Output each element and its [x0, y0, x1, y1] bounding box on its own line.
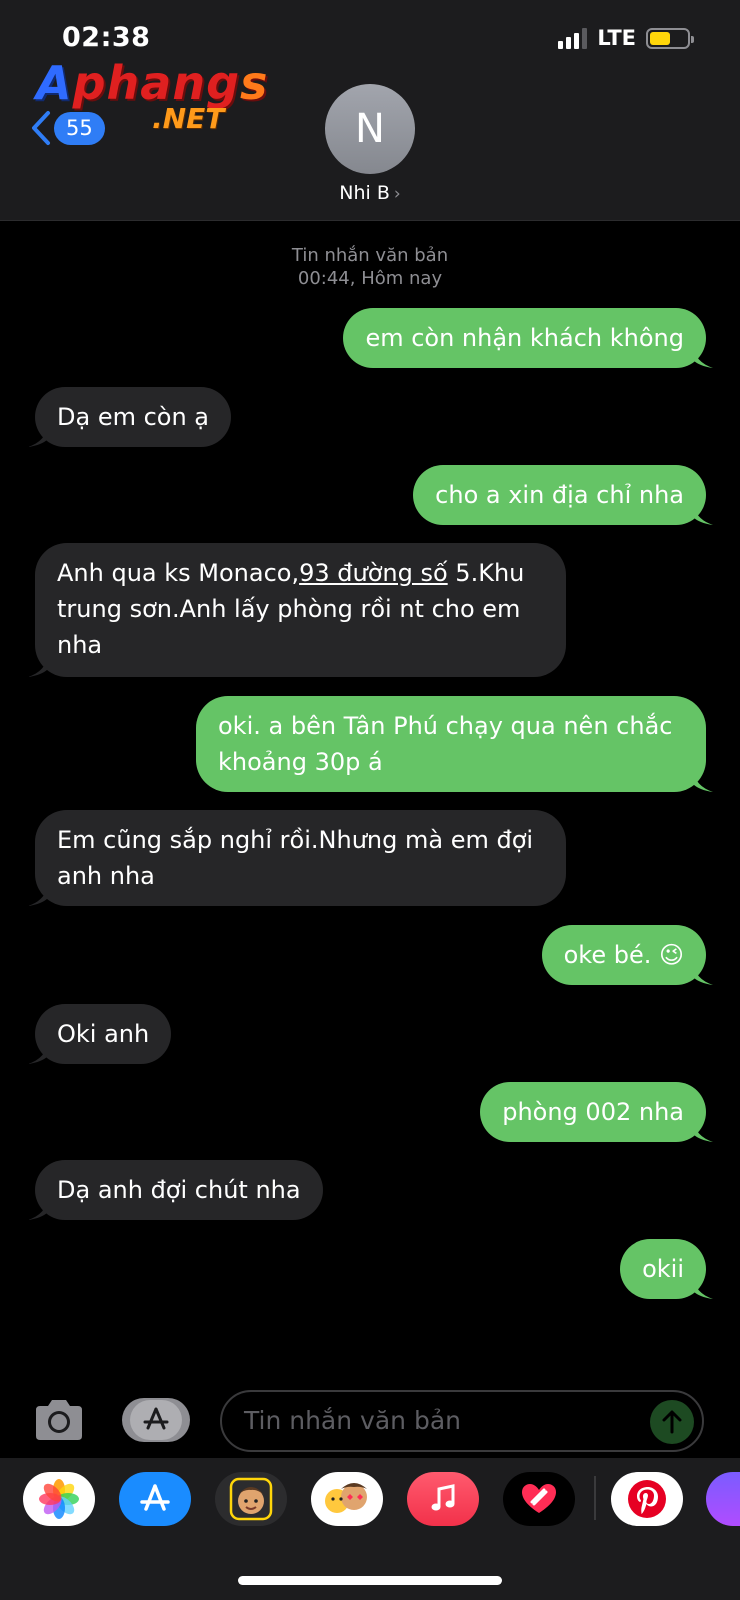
message-input[interactable]: Tin nhắn văn bản [220, 1390, 704, 1452]
pinterest-icon[interactable] [611, 1472, 683, 1526]
message-bubble-outgoing[interactable]: cho a xin địa chỉ nha [413, 465, 713, 525]
avatar[interactable]: N [325, 84, 415, 174]
bubble-tail [693, 1120, 713, 1142]
contact-info[interactable]: N Nhi B › [0, 84, 740, 204]
message-bubble-outgoing[interactable]: phòng 002 nha [480, 1082, 713, 1142]
message-bubble-incoming[interactable]: Anh qua ks Monaco,93 đường số 5.Khu trun… [28, 543, 566, 677]
bubble-tail [693, 770, 713, 792]
bubble-tail [28, 1198, 48, 1220]
app-store-icon[interactable] [119, 1472, 191, 1526]
more-app-icon[interactable] [706, 1472, 740, 1526]
send-button[interactable] [650, 1400, 694, 1444]
drawer-divider [594, 1476, 596, 1520]
home-indicator[interactable] [238, 1576, 502, 1585]
music-icon[interactable] [407, 1472, 479, 1526]
message-bubble-incoming[interactable]: Dạ em còn ạ [28, 387, 232, 447]
status-time: 02:38 [62, 22, 151, 53]
message-bubble-incoming[interactable]: Em cũng sắp nghỉ rồi.Nhưng mà em đợi anh… [28, 810, 566, 906]
bubble-tail [28, 884, 48, 906]
message-bubble-incoming[interactable]: Dạ anh đợi chút nha [28, 1160, 323, 1220]
message-bubble-outgoing[interactable]: oke bé. 😉 [541, 925, 713, 985]
address-link[interactable]: 93 đường số [299, 559, 448, 587]
bubble-tail [693, 963, 713, 985]
bubble-tail [28, 425, 48, 447]
memoji-icon[interactable] [215, 1472, 287, 1526]
message-input-placeholder: Tin nhắn văn bản [244, 1406, 461, 1435]
app-store-icon [143, 1407, 169, 1430]
battery-icon [646, 27, 694, 49]
network-label: LTE [597, 26, 636, 50]
arrow-up-icon [662, 1410, 682, 1434]
signal-icon [558, 27, 588, 49]
message-bubble-outgoing[interactable]: oki. a bên Tân Phú chạy qua nên chắc kho… [196, 696, 713, 792]
camera-icon[interactable] [32, 1398, 86, 1442]
contact-name[interactable]: Nhi B › [0, 182, 740, 204]
bubble-tail [693, 1277, 713, 1299]
chevron-right-icon: › [393, 184, 401, 204]
message-bubble-outgoing[interactable]: em còn nhận khách không [343, 308, 713, 368]
conversation-header: 02:38 LTE Aphangs .NET 55 N Nhi B › [0, 0, 740, 221]
bubble-tail [693, 503, 713, 525]
app-store-button[interactable] [122, 1398, 190, 1442]
digital-touch-icon[interactable] [503, 1472, 575, 1526]
photos-icon[interactable] [23, 1472, 95, 1526]
bubble-tail [28, 1042, 48, 1064]
bubble-tail [28, 655, 48, 677]
message-bubble-incoming[interactable]: Oki anh [28, 1004, 172, 1064]
message-bubble-outgoing[interactable]: okii [620, 1239, 713, 1299]
bubble-tail [693, 346, 713, 368]
status-indicators: LTE [558, 26, 694, 50]
conversation-timestamp: Tin nhắn văn bản 00:44, Hôm nay [291, 245, 449, 289]
animoji-icon[interactable] [311, 1472, 383, 1526]
